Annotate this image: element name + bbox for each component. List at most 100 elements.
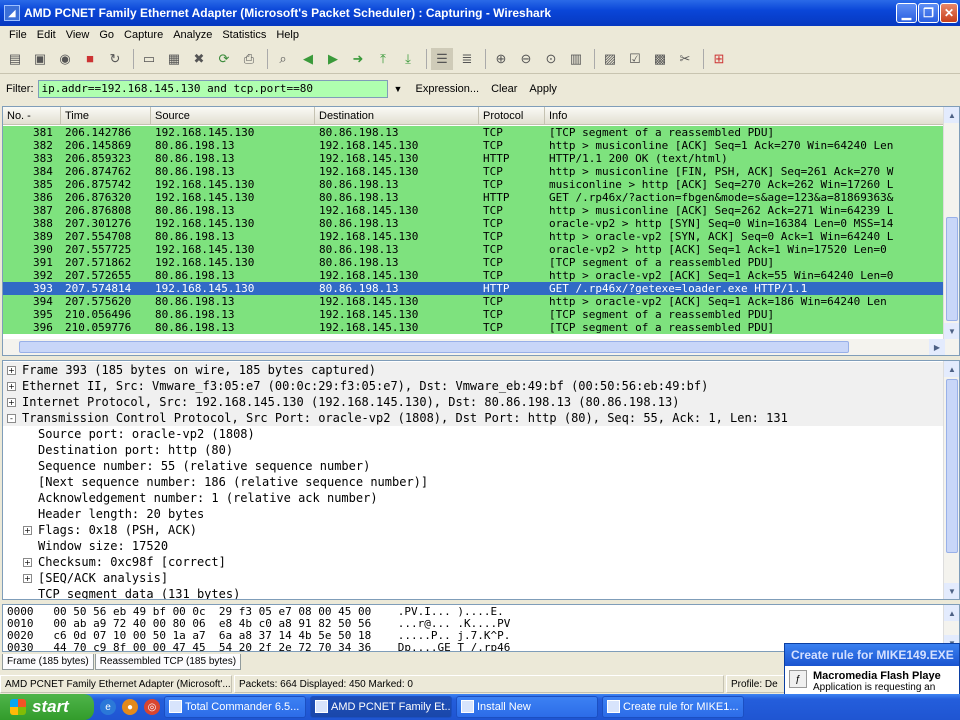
scroll-thumb[interactable] (946, 379, 958, 553)
scroll-thumb[interactable] (946, 217, 958, 321)
task-wireshark[interactable]: AMD PCNET Family Et... (310, 696, 452, 718)
detail-tree-item[interactable]: Destination port: http (80) (3, 442, 943, 458)
packet-row[interactable]: 394 207.575620 80.86.198.13 192.168.145.130… (3, 295, 943, 308)
capture-options-icon[interactable]: ▣ (29, 48, 51, 70)
task-install-new[interactable]: Install New (456, 696, 598, 718)
detail-tree-item[interactable]: + Flags: 0x18 (PSH, ACK) (3, 522, 943, 538)
menu-statistics[interactable]: Statistics (217, 29, 271, 41)
packet-row[interactable]: 386 206.876320 192.168.145.130 80.86.198.13… (3, 191, 943, 204)
restart-capture-icon[interactable]: ↻ (104, 48, 126, 70)
open-file-icon[interactable]: ▭ (138, 48, 160, 70)
detail-tree-item[interactable]: [Next sequence number: 186 (relative seq… (3, 474, 943, 490)
interfaces-icon[interactable]: ▤ (4, 48, 26, 70)
apply-button[interactable]: Apply (529, 83, 557, 95)
expand-icon[interactable]: + (23, 525, 32, 535)
go-back-icon[interactable]: ◀ (297, 48, 319, 70)
packet-row[interactable]: 383 206.859323 80.86.198.13 192.168.145.130… (3, 152, 943, 165)
zoom-out-icon[interactable]: ⊖ (515, 48, 537, 70)
packet-list-scrollbar[interactable]: ▲ ▼ (943, 107, 959, 355)
column-header-destination[interactable]: Destination (315, 107, 479, 125)
packet-row[interactable]: 387 206.876808 80.86.198.13 192.168.145.130… (3, 204, 943, 217)
scroll-right-icon[interactable]: ▶ (929, 339, 945, 355)
start-button[interactable]: start (0, 694, 94, 720)
detail-tree-item[interactable]: + Frame 393 (185 bytes on wire, 185 bytes… (3, 362, 943, 378)
detail-tree-item[interactable]: + [SEQ/ACK analysis] (3, 570, 943, 586)
column-header-no[interactable]: No. - (3, 107, 61, 125)
menu-capture[interactable]: Capture (119, 29, 168, 41)
detail-tree-item[interactable]: + Ethernet II, Src: Vmware_f3:05:e7 (00:0… (3, 378, 943, 394)
expand-icon[interactable]: + (23, 557, 32, 567)
expand-icon[interactable]: + (23, 573, 32, 583)
detail-tree-item[interactable]: Acknowledgement number: 1 (relative ack … (3, 490, 943, 506)
close-file-icon[interactable]: ✖ (188, 48, 210, 70)
menu-analyze[interactable]: Analyze (168, 29, 217, 41)
zoom-normal-icon[interactable]: ⊙ (540, 48, 562, 70)
colorize-icon[interactable]: ☰ (431, 47, 453, 70)
detail-tree-item[interactable]: Header length: 20 bytes (3, 506, 943, 522)
detail-tree-item[interactable]: + Internet Protocol, Src: 192.168.145.130… (3, 394, 943, 410)
go-forward-icon[interactable]: ▶ (322, 48, 344, 70)
task-create-rule[interactable]: Create rule for MIKE1... (602, 696, 744, 718)
detail-tree-item[interactable]: Source port: oracle-vp2 (1808) (3, 426, 943, 442)
packet-row[interactable]: 382 206.145869 80.86.198.13 192.168.145.130… (3, 139, 943, 152)
filter-input[interactable]: ip.addr==192.168.145.130 and tcp.port==8… (37, 80, 388, 98)
menu-file[interactable]: File (4, 29, 32, 41)
save-file-icon[interactable]: ▦ (163, 48, 185, 70)
scroll-down-icon[interactable]: ▼ (944, 323, 959, 339)
detail-tree-item[interactable]: + Checksum: 0xc98f [correct] (3, 554, 943, 570)
scroll-up-icon[interactable]: ▲ (944, 605, 959, 621)
scroll-up-icon[interactable]: ▲ (944, 361, 959, 377)
go-first-icon[interactable]: ⤒ (372, 48, 394, 70)
capture-filters-icon[interactable]: ▨ (599, 48, 621, 70)
expand-icon[interactable]: + (7, 397, 16, 407)
internet-explorer-icon[interactable]: e (100, 699, 116, 715)
expand-icon[interactable]: + (7, 381, 16, 391)
zoom-in-icon[interactable]: ⊕ (490, 48, 512, 70)
display-filters-icon[interactable]: ☑ (624, 48, 646, 70)
minimize-button[interactable]: ▁ (896, 3, 917, 23)
tab-reassembled-tcp[interactable]: Reassembled TCP (185 bytes) (94, 654, 242, 670)
packet-row[interactable]: 392 207.572655 80.86.198.13 192.168.145.130… (3, 269, 943, 282)
detail-tree-item[interactable]: Window size: 17520 (3, 538, 943, 554)
column-header-source[interactable]: Source (151, 107, 315, 125)
close-button[interactable]: ✕ (940, 3, 958, 23)
packet-row[interactable]: 389 207.554708 80.86.198.13 192.168.145.130… (3, 230, 943, 243)
column-header-protocol[interactable]: Protocol (479, 107, 545, 125)
menu-edit[interactable]: Edit (32, 29, 61, 41)
expression-button[interactable]: Expression... (416, 83, 480, 95)
start-capture-icon[interactable]: ◉ (54, 48, 76, 70)
hex-dump-row[interactable]: 0030 44 70 c9 8f 00 00 47 45 54 20 2f 2e… (7, 642, 510, 652)
firewall-notification[interactable]: Create rule for MIKE149.EXE ƒ Macromedia… (784, 643, 960, 695)
packet-row-selected[interactable]: 393 207.574814 192.168.145.130 80.86.198.13… (3, 282, 943, 295)
coloring-rules-icon[interactable]: ▩ (649, 48, 671, 70)
clear-button[interactable]: Clear (491, 83, 517, 95)
packet-row[interactable]: 395 210.056496 80.86.198.13 192.168.145.130… (3, 308, 943, 321)
expand-icon[interactable]: + (7, 365, 16, 375)
resize-columns-icon[interactable]: ▥ (565, 48, 587, 70)
detail-tree-item[interactable]: - Transmission Control Protocol, Src Port… (3, 410, 943, 426)
detail-tree-item[interactable]: TCP segment data (131 bytes) (3, 586, 943, 599)
packet-list-hscrollbar[interactable]: ▶ (3, 339, 945, 355)
print-icon[interactable]: ⎙ (238, 48, 260, 70)
column-header-time[interactable]: Time (61, 107, 151, 125)
menu-view[interactable]: View (61, 29, 95, 41)
details-scrollbar[interactable]: ▲ ▼ (943, 361, 959, 599)
go-to-packet-icon[interactable]: ➜ (347, 48, 369, 70)
preferences-icon[interactable]: ✂ (674, 48, 696, 70)
packet-row[interactable]: 381 206.142786 192.168.145.130 80.86.198.13… (3, 126, 943, 139)
menu-help[interactable]: Help (271, 29, 304, 41)
packet-row[interactable]: 385 206.875742 192.168.145.130 80.86.198.13… (3, 178, 943, 191)
help-icon[interactable]: ⊞ (708, 48, 730, 70)
column-header-info[interactable]: Info (545, 107, 943, 125)
stop-capture-icon[interactable]: ■ (79, 48, 101, 70)
detail-tree-item[interactable]: Sequence number: 55 (relative sequence n… (3, 458, 943, 474)
packet-row[interactable]: 384 206.874762 80.86.198.13 192.168.145.130… (3, 165, 943, 178)
auto-scroll-icon[interactable]: ≣ (456, 48, 478, 70)
reload-icon[interactable]: ⟳ (213, 48, 235, 70)
packet-row[interactable]: 391 207.571862 192.168.145.130 80.86.198.13… (3, 256, 943, 269)
go-last-icon[interactable]: ⤓ (397, 48, 419, 70)
status-profile[interactable]: Profile: De (726, 675, 786, 693)
collapse-icon[interactable]: - (7, 413, 16, 423)
maximize-button[interactable]: ❐ (918, 3, 939, 23)
chrome-icon[interactable]: ◎ (144, 699, 160, 715)
